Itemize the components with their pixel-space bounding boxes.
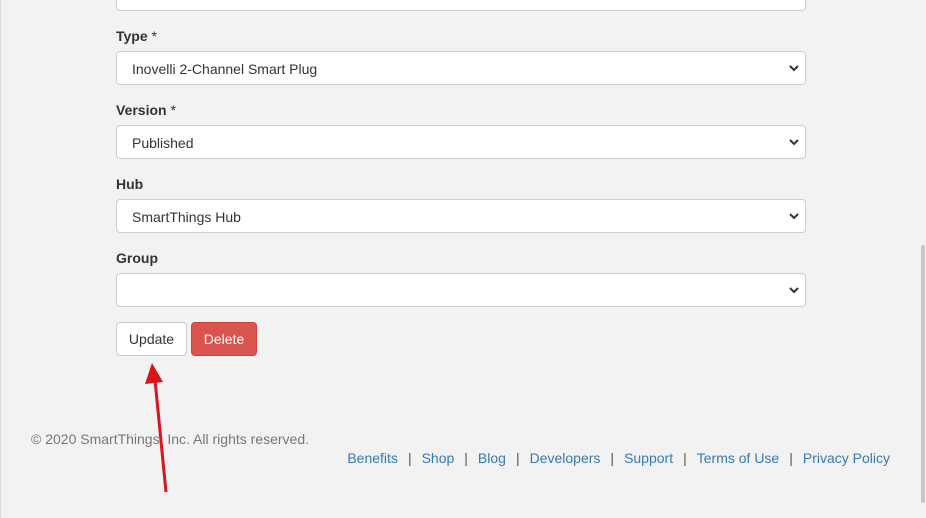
hub-select-value: SmartThings Hub	[132, 209, 241, 225]
footer-link-benefits[interactable]: Benefits	[347, 450, 398, 466]
update-button[interactable]: Update	[116, 322, 187, 356]
version-label: Version *	[116, 102, 176, 118]
chevron-down-icon	[789, 213, 799, 220]
copyright-text: © 2020 SmartThings, Inc. All rights rese…	[31, 431, 309, 447]
version-required-mark: *	[170, 102, 176, 118]
footer-separator: |	[610, 450, 615, 466]
page-left-border	[0, 0, 1, 518]
group-select[interactable]	[116, 273, 806, 307]
type-required-mark: *	[151, 28, 157, 44]
chevron-down-icon	[789, 287, 799, 294]
footer-separator: |	[789, 450, 793, 466]
hub-select[interactable]: SmartThings Hub	[116, 199, 806, 233]
previous-field-input[interactable]	[116, 0, 806, 11]
type-select[interactable]: Inovelli 2-Channel Smart Plug	[116, 51, 806, 85]
group-label: Group	[116, 250, 158, 266]
footer-link-shop[interactable]: Shop	[422, 450, 455, 466]
footer-separator: |	[407, 450, 412, 466]
footer-links: Benefits | Shop | Blog | Developers | Support | Te…	[347, 450, 890, 466]
chevron-down-icon	[789, 65, 799, 72]
type-select-value: Inovelli 2-Channel Smart Plug	[132, 61, 318, 77]
hub-label: Hub	[116, 176, 143, 192]
footer-link-blog[interactable]: Blog	[478, 450, 506, 466]
scrollbar-thumb[interactable]	[921, 245, 925, 503]
group-label-text: Group	[116, 250, 158, 266]
footer-link-terms-of-use[interactable]: Terms of Use	[697, 450, 779, 466]
footer-link-privacy-policy[interactable]: Privacy Policy	[803, 450, 890, 466]
chevron-down-icon	[789, 139, 799, 146]
hub-label-text: Hub	[116, 176, 144, 192]
scrollbar[interactable]	[920, 0, 926, 518]
delete-button[interactable]: Delete	[191, 322, 257, 356]
footer-separator: |	[515, 450, 520, 466]
version-label-text: Version	[116, 102, 167, 118]
type-label: Type *	[116, 28, 157, 44]
footer-separator: |	[464, 450, 468, 466]
footer-separator: |	[683, 450, 687, 466]
footer-link-support[interactable]: Support	[624, 450, 673, 466]
type-label-text: Type	[116, 28, 148, 44]
version-select[interactable]: Published	[116, 125, 806, 159]
footer-link-developers[interactable]: Developers	[530, 450, 601, 466]
version-select-value: Published	[132, 135, 194, 151]
